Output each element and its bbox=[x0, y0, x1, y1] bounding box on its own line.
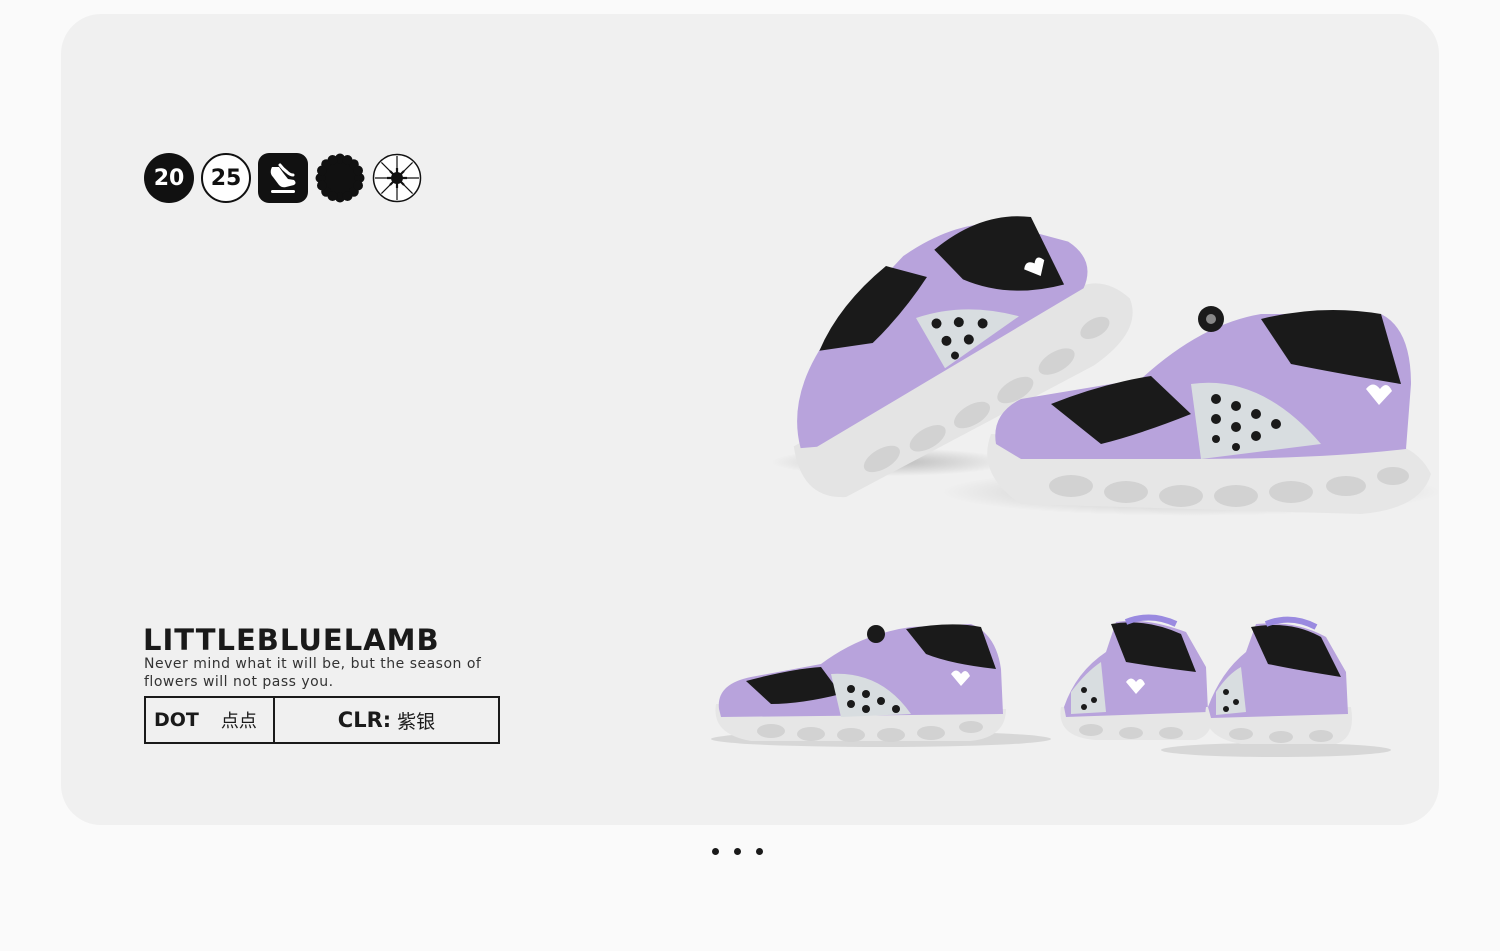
badge-row: 20 25 bbox=[144, 153, 422, 203]
product-code-cn: 点点 bbox=[220, 711, 257, 732]
brand-name: LITTLEBLUELAMB bbox=[143, 623, 440, 657]
pagination-dot[interactable] bbox=[756, 848, 763, 855]
product-color-cell: CLR: 紫银 bbox=[275, 698, 498, 742]
product-tagline: Never mind what it will be, but the seas… bbox=[144, 656, 482, 690]
pagination-dot[interactable] bbox=[734, 848, 741, 855]
product-card: 20 25 LITTLEBLUELAMB Never mind what it … bbox=[61, 14, 1439, 825]
hero-shoe-pair-image bbox=[771, 216, 1439, 516]
pagination-dot[interactable] bbox=[712, 848, 719, 855]
year-badge-25: 25 bbox=[201, 153, 251, 203]
sunburst-icon bbox=[372, 153, 422, 203]
color-label: CLR: bbox=[337, 708, 392, 732]
product-info-box: DOT 点点 CLR: 紫银 bbox=[144, 696, 500, 744]
foot-icon bbox=[258, 153, 308, 203]
product-code-cell: DOT 点点 bbox=[146, 698, 275, 742]
carousel-pagination[interactable] bbox=[712, 848, 763, 855]
color-value: 紫银 bbox=[397, 710, 436, 733]
flower-icon bbox=[315, 153, 365, 203]
back-view-shoes-image bbox=[1060, 614, 1391, 757]
side-view-shoe-image bbox=[711, 624, 1051, 747]
product-code: DOT bbox=[154, 709, 199, 731]
year-badge-20: 20 bbox=[144, 153, 194, 203]
